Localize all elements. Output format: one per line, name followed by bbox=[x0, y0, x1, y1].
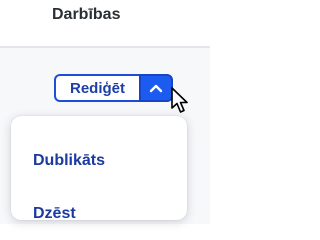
edit-button[interactable]: Rediģēt bbox=[54, 74, 140, 102]
chevron-up-icon bbox=[149, 84, 163, 93]
dropdown-toggle-button[interactable] bbox=[139, 74, 174, 102]
actions-panel: Darbības Rediģēt Dublikāts Dzēst bbox=[0, 0, 210, 224]
column-header-title: Darbības bbox=[52, 6, 121, 23]
menu-item-duplicate[interactable]: Dublikāts bbox=[33, 152, 105, 170]
dropdown-menu: Dublikāts Dzēst bbox=[11, 116, 187, 223]
edit-split-button: Rediģēt bbox=[54, 74, 174, 102]
mouse-cursor-icon bbox=[171, 87, 188, 113]
column-header: Darbības bbox=[0, 0, 210, 48]
menu-item-delete[interactable]: Dzēst bbox=[33, 205, 76, 223]
